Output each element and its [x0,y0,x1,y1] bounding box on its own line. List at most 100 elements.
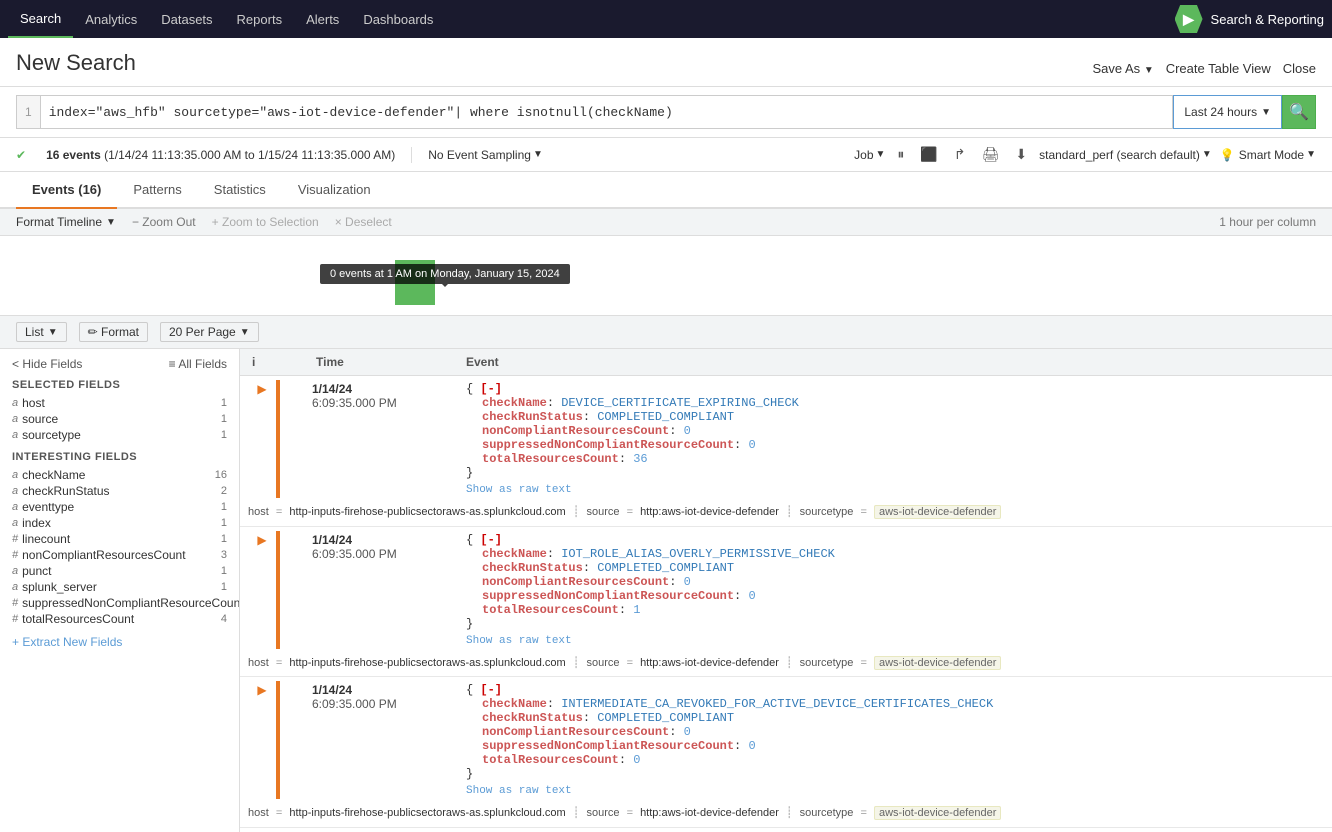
json-minus: [-] [480,533,502,547]
event-row: ▶ 1/14/24 6:09:35.000 PM { [-] checkName… [240,376,1332,527]
interesting-field-item[interactable]: a checkRunStatus 2 [12,483,227,499]
export-button[interactable]: ⬇ [1011,144,1031,165]
col-i: i [248,353,276,371]
nav-alerts[interactable]: Alerts [294,0,351,38]
json-minus: [-] [480,683,502,697]
no-event-sampling-button[interactable]: No Event Sampling ▼ [428,148,543,162]
format-timeline-button[interactable]: Format Timeline ▼ [16,215,116,229]
close-button[interactable]: Close [1283,61,1316,76]
selected-field-item[interactable]: a source 1 [12,411,227,427]
interesting-field-item[interactable]: a index 1 [12,515,227,531]
per-page-button[interactable]: 20 Per Page ▼ [160,322,259,342]
event-stripe [276,380,280,498]
show-raw-link[interactable]: Show as raw text [466,785,1320,797]
show-raw-link[interactable]: Show as raw text [466,484,1320,496]
selected-fields-label: SELECTED FIELDS [12,379,227,391]
interesting-field-item[interactable]: a checkName 16 [12,467,227,483]
time-picker-button[interactable]: Last 24 hours ▼ [1173,95,1282,129]
field-count: 1 [221,565,227,577]
interesting-field-item[interactable]: a splunk_server 1 [12,579,227,595]
interesting-field-item[interactable]: a eventtype 1 [12,499,227,515]
field-val: 0 [684,424,691,438]
field-name: suppressedNonCompliantResourceCount [22,596,240,610]
smart-mode: 💡 Smart Mode ▼ [1220,148,1316,162]
nav-reports[interactable]: Reports [225,0,295,38]
expand-button[interactable]: ▶ [248,531,276,547]
field-type-icon: a [12,429,18,441]
field-sep: : [734,438,748,452]
field-count: 16 [215,469,227,481]
event-row-header: ▶ 1/14/24 6:09:35.000 PM { [-] checkName… [240,376,1332,502]
interesting-field-item[interactable]: # nonCompliantResourcesCount 3 [12,547,227,563]
interesting-field-item[interactable]: # linecount 1 [12,531,227,547]
status-bar-right: Job ▼ ⏸ ⬛ ↱ 🖨 ⬇ standard_perf (search de… [854,144,1316,165]
search-button[interactable]: 🔍 [1282,95,1316,129]
nav-analytics[interactable]: Analytics [73,0,149,38]
field-count: 1 [221,533,227,545]
smart-mode-button[interactable]: Smart Mode ▼ [1239,148,1316,162]
extract-new-fields-link[interactable]: + Extract New Fields [12,635,227,649]
share-button[interactable]: ↱ [950,144,970,165]
selected-field-item[interactable]: a host 1 [12,395,227,411]
event-date: 1/14/24 [312,683,462,697]
expand-button[interactable]: ▶ [248,380,276,396]
tab-visualization[interactable]: Visualization [282,172,387,209]
zoom-out-button[interactable]: − Zoom Out [132,215,196,229]
field-val: 0 [748,438,755,452]
field-sep: : [583,711,597,725]
meta-sourcetype-val: aws-iot-device-defender [874,656,1001,670]
field-key: checkName [482,697,547,711]
per-page-caret: ▼ [240,327,250,338]
field-name: nonCompliantResourcesCount [22,548,185,562]
tab-patterns[interactable]: Patterns [117,172,197,209]
interesting-field-item[interactable]: # totalResourcesCount 4 [12,611,227,627]
search-input[interactable] [40,95,1174,129]
nav-datasets[interactable]: Datasets [149,0,224,38]
show-raw-link[interactable]: Show as raw text [466,635,1320,647]
field-name: source [22,412,58,426]
expand-button[interactable]: ▶ [248,681,276,697]
print-button[interactable]: 🖨 [978,144,1004,165]
pause-button[interactable]: ⏸ [893,144,908,165]
create-table-view-button[interactable]: Create Table View [1166,61,1271,76]
list-button[interactable]: List ▼ [16,322,67,342]
selected-field-item[interactable]: a sourcetype 1 [12,427,227,443]
field-val: 36 [633,452,647,466]
all-fields-button[interactable]: ≡ All Fields [169,357,227,371]
event-stripe [276,681,280,799]
field-sep: : [669,424,683,438]
field-sep: : [547,396,561,410]
tab-statistics[interactable]: Statistics [198,172,282,209]
nav-dashboards[interactable]: Dashboards [351,0,445,38]
field-val: IOT_ROLE_ALIAS_OVERLY_PERMISSIVE_CHECK [561,547,835,561]
nav-search[interactable]: Search [8,0,73,38]
meta-sep2: = [627,506,633,518]
field-type-icon: # [12,613,18,625]
job-button[interactable]: Job ▼ [854,148,885,162]
field-name: checkRunStatus [22,484,109,498]
meta-sep1: = [276,506,282,518]
event-row-header: ▶ 1/14/24 6:09:35.000 PM { [-] checkName… [240,677,1332,803]
field-count: 1 [221,581,227,593]
format-button[interactable]: ✏ Format [79,322,148,342]
event-content: { [-] checkName: DEVICE_CERTIFICATE_EXPI… [462,380,1324,498]
field-sep: : [619,753,633,767]
json-close-bracket: } [466,466,473,480]
zoom-selection-button[interactable]: + Zoom to Selection [212,215,319,229]
event-time: 1/14/24 6:09:35.000 PM [312,380,462,410]
interesting-field-item[interactable]: # suppressedNonCompliantResourceCount 1 [12,595,227,611]
meta-sep1: = [276,657,282,669]
hide-fields-button[interactable]: < Hide Fields [12,357,82,371]
save-as-button[interactable]: Save As ▼ [1092,61,1153,76]
stop-button[interactable]: ⬛ [916,144,941,165]
tab-events[interactable]: Events (16) [16,172,117,209]
meta-line: host = http-inputs-firehose-publicsector… [240,502,1332,526]
json-close-bracket: } [466,617,473,631]
check-icon: ✔ [16,148,26,162]
deselect-button[interactable]: × Deselect [335,215,392,229]
interesting-field-item[interactable]: a punct 1 [12,563,227,579]
field-key: suppressedNonCompliantResourceCount [482,589,734,603]
standard-perf-button[interactable]: standard_perf (search default) ▼ [1039,148,1212,162]
results-controls: List ▼ ✏ Format 20 Per Page ▼ [0,316,1332,349]
meta-sep1: = [276,807,282,819]
